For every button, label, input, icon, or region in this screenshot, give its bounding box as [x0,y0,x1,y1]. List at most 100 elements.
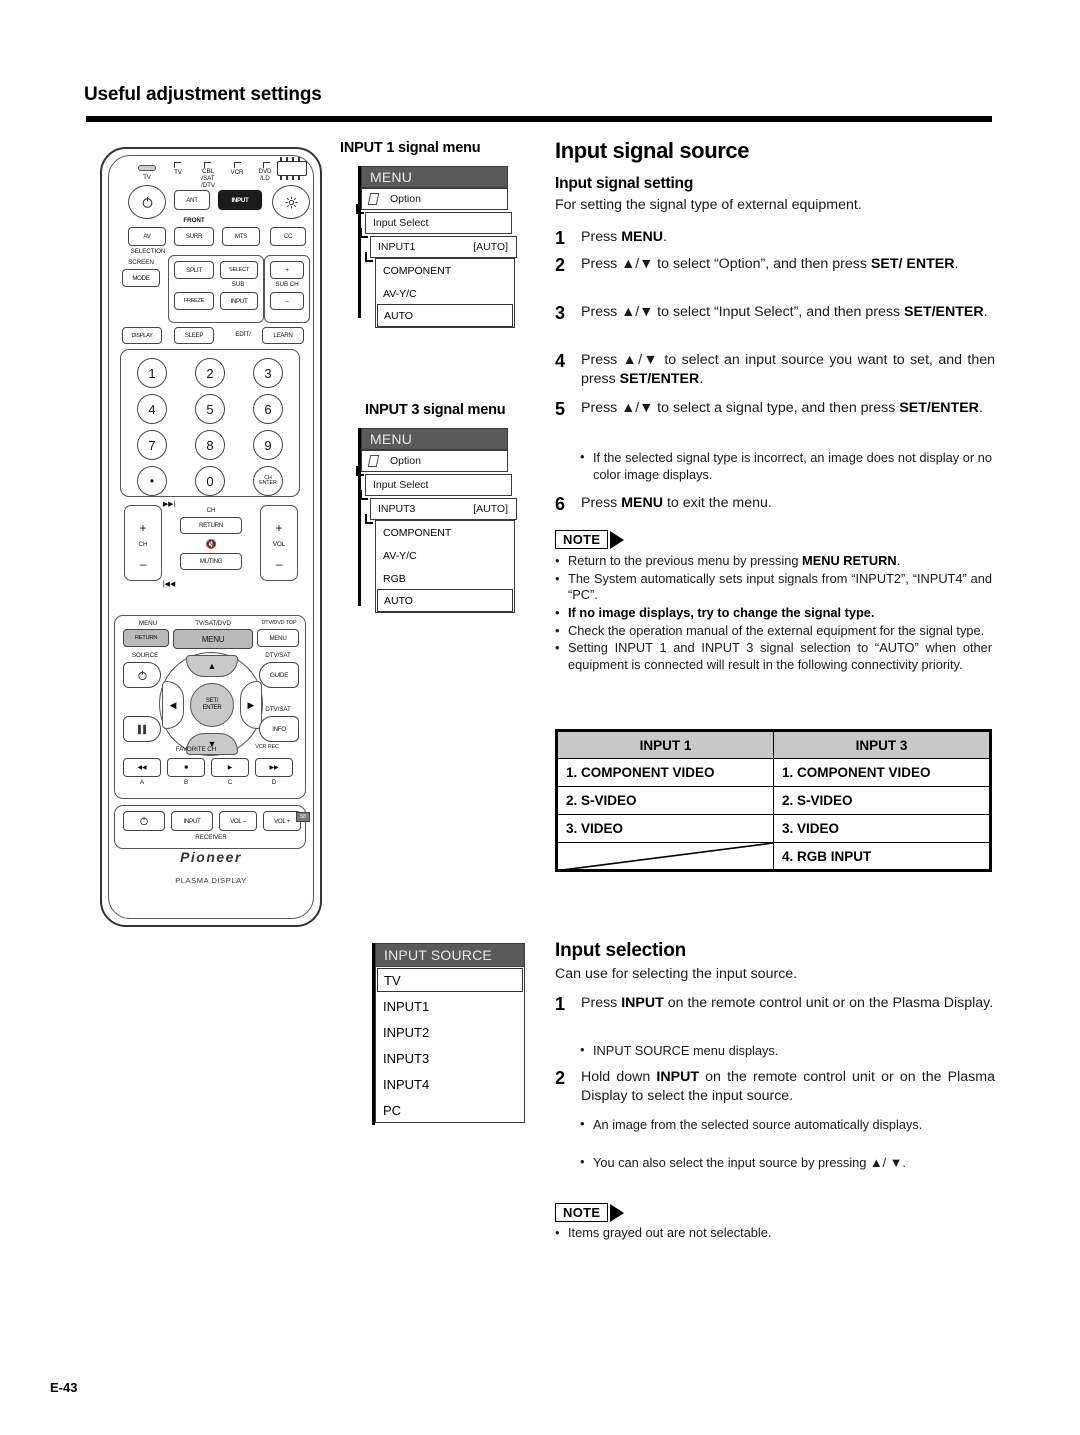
osd-input-label: INPUT1 [378,241,416,253]
dot-button[interactable]: • [137,466,167,496]
ch-enter-button[interactable]: CH ENTER [253,466,283,496]
bullet-dot: • [580,1042,585,1057]
dpad-left-button[interactable]: ◀ [162,681,184,729]
step-number: 6 [555,494,566,514]
set-enter-button[interactable]: SET/ENTER [190,683,234,727]
remote-control-illustration: TV TV CBL/SAT/DTV VCR DVD/LD ANT INPUT F… [100,147,322,927]
digit-0-button[interactable]: 0 [195,466,225,496]
sub-ch-plus-button[interactable]: + [270,261,304,279]
power-button[interactable] [128,185,166,219]
step-number: 2 [555,1068,566,1088]
signal-type-option-selected[interactable]: AUTO [377,304,513,327]
select-button[interactable]: SELECT [220,261,258,279]
learn-button[interactable]: LEARN [262,327,304,344]
fast-forward-button[interactable]: ▶▶ [255,758,293,777]
light-button[interactable] [272,185,310,219]
source-power-button[interactable] [123,662,161,688]
input-source-item[interactable]: INPUT3 [376,1045,524,1071]
step-number: 2 [555,255,566,275]
table-cell: 2. S-VIDEO [556,786,774,815]
split-button[interactable]: SPLIT [174,261,214,279]
receiver-input-button[interactable]: INPUT [171,811,213,831]
input-button[interactable]: INPUT [218,190,262,210]
digit-6-button[interactable]: 6 [253,394,283,424]
color-key-b-label: B [183,779,189,786]
receiver-vol-minus-button[interactable]: VOL – [219,811,257,831]
color-key-c-label: C [227,779,233,786]
guide-button[interactable]: GUIDE [259,662,299,688]
sleep-button[interactable]: SLEEP [174,327,214,344]
digit-3-button[interactable]: 3 [253,358,283,388]
dpad-right-button[interactable]: ▶ [240,681,262,729]
input-source-item[interactable]: INPUT1 [376,993,524,1019]
stop-button[interactable]: ■ [167,758,205,777]
surr-button[interactable]: SURR [174,227,214,246]
input-source-item[interactable]: INPUT4 [376,1071,524,1097]
step-number: 5 [555,399,566,419]
sub-ch-minus-button[interactable]: – [270,292,304,310]
header-rule [86,116,992,122]
osd-option-row[interactable]: Option [361,450,508,472]
menu-return-button[interactable]: RETURN [123,629,169,647]
display-button[interactable]: DISPLAY [122,327,162,344]
input-source-item[interactable]: PC [376,1097,524,1123]
play-button[interactable]: ▶ [211,758,249,777]
step-text: Press MENU to exit the menu. [581,495,772,511]
signal-type-option[interactable]: AV-Y/C [376,544,514,567]
signal-type-option[interactable]: COMPONENT [376,259,514,282]
cc-button[interactable]: CC [270,227,306,246]
screen-label: SCREEN [128,259,154,266]
osd-branch-tick [356,466,364,476]
sub-input-button[interactable]: INPUT [220,292,258,310]
selection-step-1-bullet: • INPUT SOURCE menu displays. [580,1042,992,1060]
bullet-dot: • [580,1154,585,1169]
digit-4-button[interactable]: 4 [137,394,167,424]
digit-2-button[interactable]: 2 [195,358,225,388]
receiver-label: RECEIVER [195,834,227,841]
ant-button[interactable]: ANT [174,190,210,210]
osd-option-row[interactable]: Option [361,188,508,210]
dpad-ring: ▲ ▼ ◀ ▶ SET/ENTER [159,652,263,756]
bullet-text: INPUT SOURCE menu displays. [593,1043,779,1058]
av-selection-button[interactable]: AV [128,227,166,246]
note-label: NOTE [555,1203,609,1222]
digit-7-button[interactable]: 7 [137,430,167,460]
screen-mode-button[interactable]: MODE [122,269,160,287]
digit-5-button[interactable]: 5 [195,394,225,424]
rewind-button[interactable]: ◀◀ [123,758,161,777]
osd-input-row[interactable]: INPUT3 [AUTO] [370,498,517,520]
freeze-button[interactable]: FREEZE [174,292,214,310]
menu-button[interactable]: MENU [173,629,253,649]
osd-input-select-row[interactable]: Input Select [365,474,512,496]
color-key-d-label: D [271,779,277,786]
input-source-item[interactable]: INPUT2 [376,1019,524,1045]
input-source-item-selected[interactable]: TV [377,968,523,992]
pause-button[interactable] [123,716,161,742]
table-header-input1: INPUT 1 [556,730,774,759]
muting-button[interactable]: MUTING [180,553,242,570]
digit-1-button[interactable]: 1 [137,358,167,388]
vol-up-label: + [275,521,283,535]
dpad-up-button[interactable]: ▲ [186,655,238,677]
osd-input-select-row[interactable]: Input Select [365,212,512,234]
mts-button[interactable]: MTS [222,227,260,246]
digit-9-button[interactable]: 9 [253,430,283,460]
table-header-row: INPUT 1 INPUT 3 [556,730,991,759]
signal-type-option[interactable]: AV-Y/C [376,282,514,305]
light-icon [285,196,297,208]
signal-type-option[interactable]: COMPONENT [376,521,514,544]
signal-type-option-selected[interactable]: AUTO [377,589,513,612]
manual-page: Useful adjustment settings TV TV CBL/SAT… [0,0,1080,1435]
ch-return-button[interactable]: RETURN [180,517,242,534]
section-1-heading: Input signal setting [555,175,694,192]
info-button[interactable]: INFO [259,716,299,742]
menu-right-button[interactable]: MENU [257,629,299,647]
osd-menu-header: MENU [361,166,508,188]
power-icon [142,196,152,208]
digit-8-button[interactable]: 8 [195,430,225,460]
receiver-power-button[interactable] [123,811,165,831]
osd-branch-tick [360,490,368,500]
osd-input-value: [AUTO] [473,503,508,515]
signal-type-option[interactable]: RGB [376,567,514,590]
osd-input-row[interactable]: INPUT1 [AUTO] [370,236,517,258]
